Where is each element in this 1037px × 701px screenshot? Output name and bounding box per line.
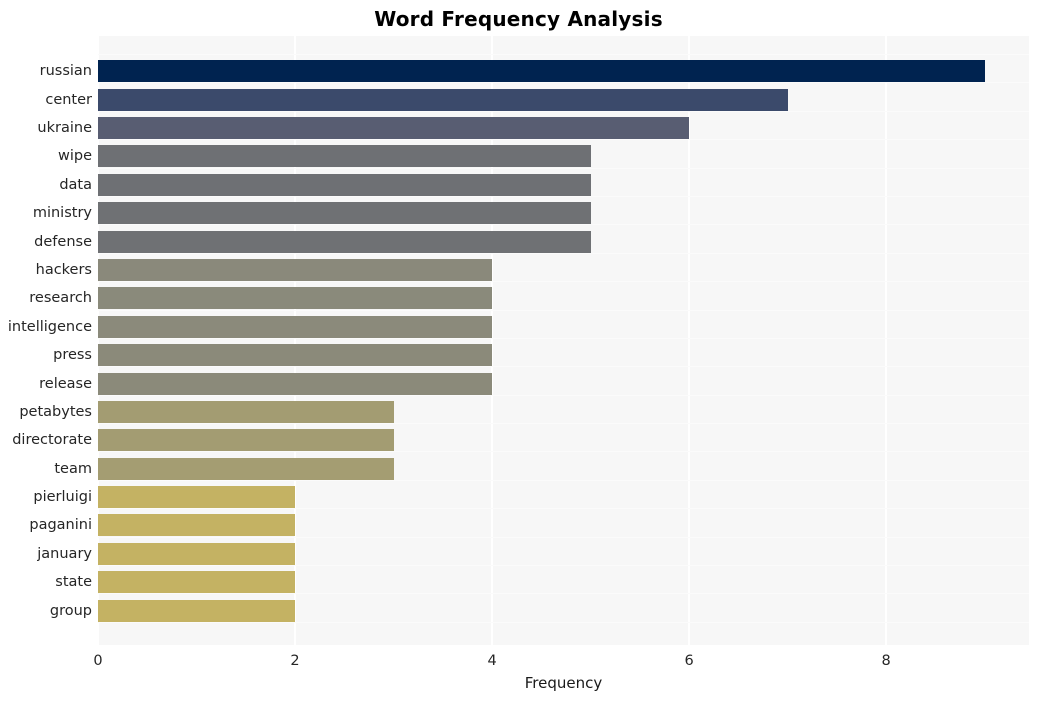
y-axis-tick-label: ministry (32, 205, 92, 222)
y-axis-tick-label: intelligence (7, 318, 92, 335)
gridline-horizontal (98, 338, 1029, 339)
bar (98, 486, 296, 509)
bar (98, 400, 394, 423)
y-axis-tick-label: pierluigi (33, 489, 92, 506)
bar (98, 429, 394, 452)
y-axis-tick-label: center (45, 91, 92, 108)
y-axis-tick-label: january (37, 545, 92, 562)
gridline-horizontal (98, 537, 1029, 538)
bar (98, 287, 493, 310)
y-axis-tick-label: group (49, 602, 92, 619)
gridline-horizontal (98, 310, 1029, 311)
bar (98, 173, 591, 196)
gridline-vertical (885, 36, 888, 645)
bar (98, 202, 591, 225)
gridline-horizontal (98, 423, 1029, 424)
bar (98, 514, 296, 537)
y-axis-tick-labels: russian center ukraine wipe data ministry defe… (0, 36, 92, 645)
y-axis-tick-label: data (59, 176, 92, 193)
gridline-horizontal (98, 366, 1029, 367)
gridline-horizontal (98, 281, 1029, 282)
gridline-horizontal (98, 253, 1029, 254)
gridline-horizontal (98, 139, 1029, 140)
x-axis-tick-label: 6 (684, 653, 694, 669)
y-axis-tick-label: state (55, 574, 92, 591)
gridline-horizontal (98, 565, 1029, 566)
chart-figure: Word Frequency Analysis russian center ukr… (0, 0, 1037, 701)
y-axis-tick-label: press (53, 347, 92, 364)
bar (98, 599, 296, 622)
plot-area (98, 36, 1029, 645)
bar (98, 230, 591, 253)
x-axis-tick-label: 2 (290, 653, 300, 669)
gridline-horizontal (98, 196, 1029, 197)
y-axis-tick-label: paganini (29, 517, 92, 534)
bar (98, 145, 591, 168)
y-axis-tick-label: research (29, 290, 92, 307)
bar (98, 88, 788, 111)
bar (98, 315, 493, 338)
bar (98, 372, 493, 395)
y-axis-tick-label: directorate (12, 432, 92, 449)
y-axis-tick-label: team (54, 460, 92, 477)
x-axis-tick-label: 8 (881, 653, 891, 669)
gridline-horizontal (98, 508, 1029, 509)
page-title: Word Frequency Analysis (374, 7, 663, 31)
gridline-horizontal (98, 54, 1029, 55)
gridline-horizontal (98, 224, 1029, 225)
gridline-horizontal (98, 622, 1029, 623)
x-axis-tick-label: 4 (487, 653, 497, 669)
y-axis-tick-label: hackers (35, 261, 92, 278)
y-axis-tick-label: release (39, 375, 92, 392)
bar (98, 116, 690, 139)
y-axis-tick-label: petabytes (19, 403, 92, 420)
y-axis-tick-label: russian (39, 63, 92, 80)
bar (98, 457, 394, 480)
gridline-horizontal (98, 480, 1029, 481)
bar (98, 571, 296, 594)
bar (98, 344, 493, 367)
bar (98, 60, 985, 83)
y-axis-tick-label: ukraine (37, 119, 92, 136)
y-axis-tick-label: defense (34, 233, 92, 250)
bar (98, 542, 296, 565)
gridline-horizontal (98, 111, 1029, 112)
y-axis-tick-label: wipe (57, 148, 92, 165)
bar (98, 258, 493, 281)
gridline-horizontal (98, 395, 1029, 396)
x-axis-title: Frequency (524, 674, 603, 692)
gridline-horizontal (98, 168, 1029, 169)
x-axis-tick-label: 0 (93, 653, 103, 669)
x-axis-tick-labels: 0 2 4 6 8 (0, 645, 1037, 675)
